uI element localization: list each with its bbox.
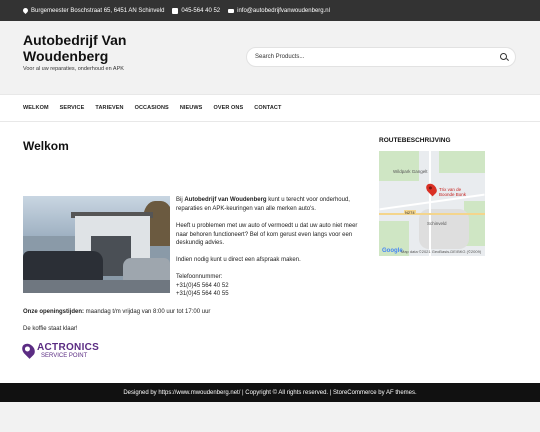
phone-item[interactable]: 045-564 40 52 — [172, 7, 220, 14]
actronics-pin-icon — [19, 341, 38, 359]
map-marker-icon[interactable] — [424, 181, 439, 197]
nav-item-over-ons[interactable]: OVER ONS — [213, 105, 243, 111]
google-logo: Google — [382, 248, 403, 254]
page-bottom — [0, 402, 540, 432]
phone-label: Telefoonnummer: — [176, 274, 223, 280]
garage-photo — [23, 196, 170, 293]
phone-block: Telefoonnummer: +31(0)45 564 40 52 +31(0… — [176, 273, 366, 299]
intro-paragraph: Bij Autobedrijf van Woudenberg kunt u te… — [176, 197, 350, 212]
company-name: Autobedrijf van Woudenberg — [184, 197, 267, 203]
main-navigation: WELKOM SERVICE TARIEVEN OCCASIONS NIEUWS… — [0, 94, 540, 122]
widget-title: ROUTEBESCHRIJVING — [379, 137, 451, 144]
phone-number-2: +31(0)45 564 40 55 — [176, 291, 229, 297]
map-pin-icon — [21, 6, 30, 15]
site-tagline: Voor al uw reparaties, onderhoud en APK — [23, 66, 124, 72]
nav-item-nieuws[interactable]: NIEUWS — [180, 105, 203, 111]
page-title: Welkom — [23, 139, 69, 153]
email-item[interactable]: info@autobedrijfvanwoudenberg.nl — [228, 8, 330, 14]
nav-item-welkom[interactable]: WELKOM — [23, 105, 49, 111]
sidebar-widget: ROUTEBESCHRIJVING Wildpark Gangelt Trix … — [375, 131, 517, 270]
problem-paragraph: Heeft u problemen met uw auto of vermoed… — [176, 223, 358, 246]
email-link[interactable]: info@autobedrijfvanwoudenberg.nl — [237, 8, 330, 14]
nav-item-service[interactable]: SERVICE — [60, 105, 85, 111]
nav-item-occasions[interactable]: OCCASIONS — [135, 105, 169, 111]
map-label-town: Schinveld — [427, 221, 447, 226]
site-header: Autobedrijf Van Woudenberg Voor al uw re… — [0, 21, 540, 94]
coffee-text: De koffie staat klaar! — [23, 326, 78, 332]
footer-text: Designed by https://www.mwoudenberg.net/… — [123, 389, 417, 396]
phone-text[interactable]: 045-564 40 52 — [181, 8, 220, 14]
hours-value: maandag t/m vrijdag van 8:00 uur tot 17:… — [84, 309, 211, 315]
phone-number-1: +31(0)45 564 40 52 — [176, 282, 229, 289]
appointment-paragraph: Indien nodig kunt u direct een afspraak … — [176, 257, 301, 263]
nav-item-tarieven[interactable]: TARIEVEN — [95, 105, 123, 111]
hours-label: Onze openingstijden: — [23, 309, 84, 315]
search-placeholder: Search Products... — [255, 54, 305, 60]
phone-icon — [172, 7, 179, 14]
envelope-icon — [228, 8, 235, 13]
road-shield: N274 — [404, 210, 416, 215]
opening-hours: Onze openingstijden: maandag t/m vrijdag… — [23, 308, 210, 317]
map-label-wildpark: Wildpark Gangelt — [393, 169, 428, 174]
search-icon[interactable] — [500, 53, 507, 60]
map-label-business: Trix van de Boonde Bonk — [439, 187, 467, 197]
partner-brand: ACTRONICS — [37, 342, 100, 353]
partner-sub: SERVICE POINT — [41, 353, 88, 359]
site-footer: Designed by https://www.mwoudenberg.net/… — [0, 383, 540, 402]
address-item: Burgemeester Boschstraat 65, 6451 AN Sch… — [21, 6, 165, 15]
search-input[interactable]: Search Products... — [246, 47, 516, 67]
route-map[interactable]: Wildpark Gangelt Trix van de Boonde Bonk… — [379, 151, 485, 256]
nav-item-contact[interactable]: CONTACT — [254, 105, 281, 111]
top-contact-bar: Burgemeester Boschstraat 65, 6451 AN Sch… — [0, 0, 540, 21]
site-title[interactable]: Autobedrijf Van Woudenberg — [23, 32, 143, 64]
actronics-logo: ACTRONICS SERVICE POINT — [19, 341, 103, 361]
map-attribution: Map data ©2021 GeoBasis-DE/BKG (©2009) — [401, 249, 482, 254]
address-text: Burgemeester Boschstraat 65, 6451 AN Sch… — [31, 7, 165, 14]
